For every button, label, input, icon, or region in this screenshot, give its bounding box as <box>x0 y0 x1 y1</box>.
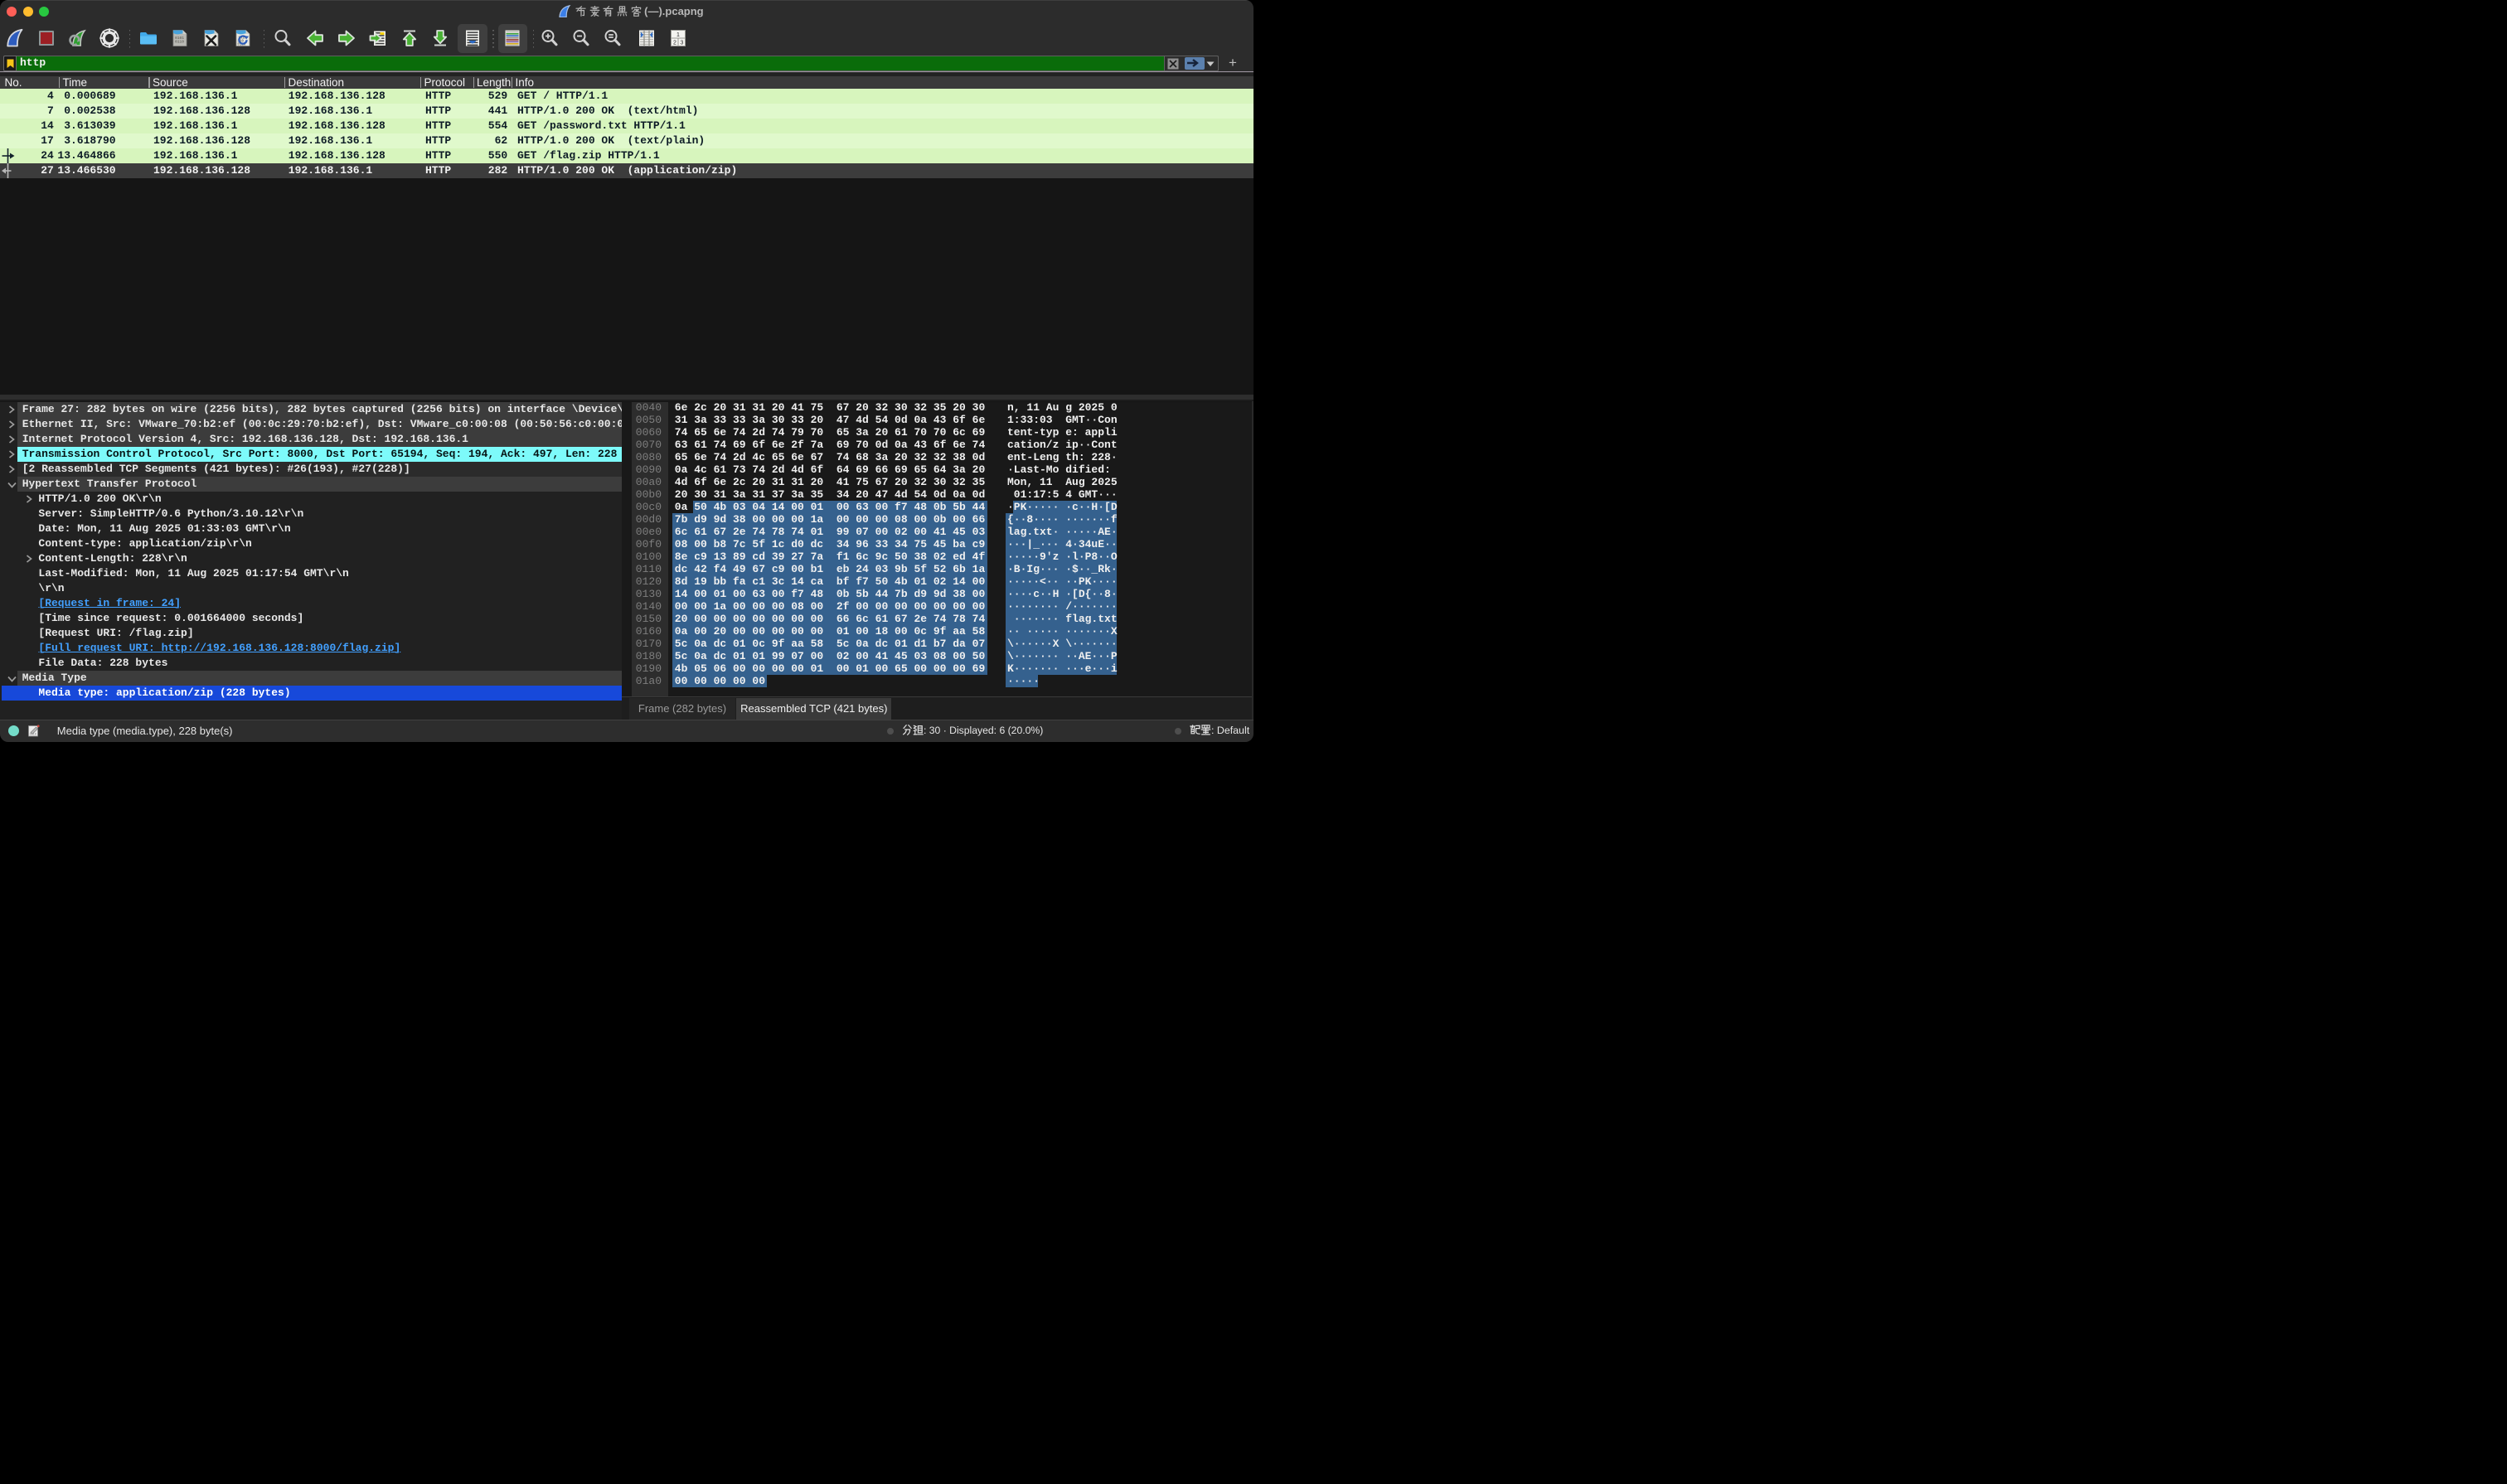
svg-text:2: 2 <box>673 41 676 46</box>
svg-text:3: 3 <box>681 41 684 46</box>
svg-text:1: 1 <box>676 32 680 38</box>
svg-text:0110: 0110 <box>175 40 184 45</box>
